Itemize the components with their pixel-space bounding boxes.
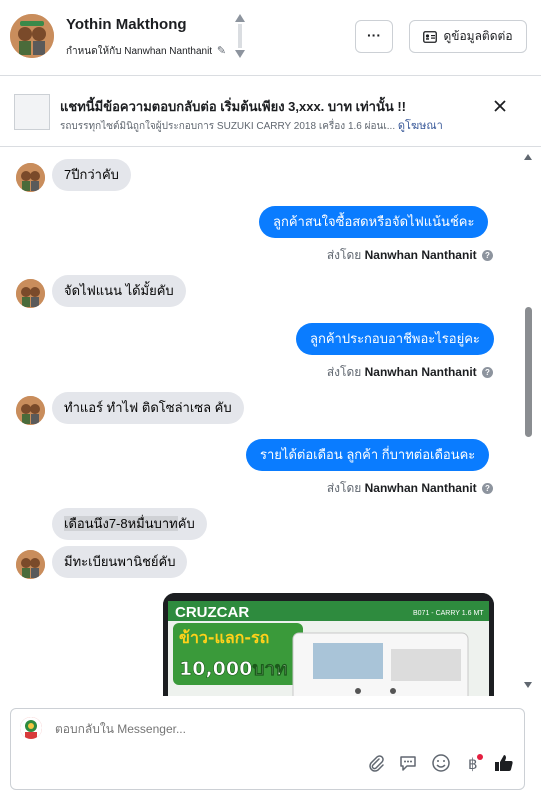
contact-avatar-small	[16, 279, 45, 308]
contact-avatar[interactable]	[10, 14, 54, 58]
svg-text:฿: ฿	[468, 755, 478, 773]
promo-brand: CRUZCAR	[175, 604, 249, 621]
sent-by-label: ส่งโดย	[326, 481, 362, 495]
help-icon[interactable]: ?	[482, 483, 493, 495]
promo-image[interactable]: CRUZCAR B071 - CARRY 1.6 MT ข้าว-แลก-รถ …	[163, 593, 494, 696]
sent-by: ส่งโดย Nanwhan Nanthanit ?	[327, 479, 493, 498]
assigned-to[interactable]: กำหนดให้กับ Nanwhan Nanthanit ✎	[66, 44, 226, 59]
contact-avatar-small	[16, 163, 45, 192]
incoming-message[interactable]: เดือนนึง7-8หมื่นบาทคับ	[52, 508, 207, 540]
ad-description: รถบรรทุกไซต์มินิถูกใจผู้ประกอบการ SUZUKI…	[60, 121, 396, 132]
messenger-panel: Yothin Makthong กำหนดให้กับ Nanwhan Nant…	[0, 0, 541, 808]
outgoing-message[interactable]: ลูกค้าประกอบอาชีพอะไรอยู่คะ	[296, 323, 494, 355]
reply-composer: ฿	[10, 708, 525, 790]
sent-by-label: ส่งโดย	[326, 248, 362, 262]
thumbs-up-icon[interactable]	[494, 753, 514, 773]
highlighted-text: เดือนนึง7-8หมื่นบาท	[64, 516, 178, 531]
saved-reply-icon[interactable]	[398, 753, 418, 773]
ad-title: แชทนี้มีข้อความตอบกลับต่อ เริ่มต้นเพียง …	[60, 99, 406, 114]
emoji-icon[interactable]	[431, 753, 451, 773]
outgoing-message[interactable]: ลูกค้าสนใจซื้อสดหรือจัดไฟแน้นช์คะ	[259, 206, 489, 238]
conversation-header: Yothin Makthong กำหนดให้กับ Nanwhan Nant…	[0, 0, 541, 76]
sent-by-label: ส่งโดย	[326, 365, 362, 379]
reply-input[interactable]	[55, 722, 355, 736]
promo-headline: ข้าว-แลก-รถ	[179, 628, 269, 647]
sort-arrows-icon[interactable]	[235, 14, 245, 58]
help-icon[interactable]: ?	[482, 367, 493, 379]
paperclip-icon[interactable]	[366, 753, 386, 773]
view-ad-link[interactable]: ดูโฆษณา	[398, 120, 443, 132]
incoming-message[interactable]: ทำแอร์ ทำไฟ ติดโซล่าเซล คับ	[52, 392, 244, 424]
message-list: 7ปีกว่าคับ ลูกค้าสนใจซื้อสดหรือจัดไฟแน้น…	[0, 148, 541, 696]
sent-by-name: Nanwhan Nanthanit	[364, 481, 477, 495]
incoming-message[interactable]: จัดไฟแนน ได้มั้ยคับ	[52, 275, 186, 307]
promo-tag: B071 - CARRY 1.6 MT	[413, 610, 484, 617]
message-text: คับ	[177, 516, 195, 531]
contact-name[interactable]: Yothin Makthong	[66, 16, 187, 33]
contact-avatar-small	[16, 396, 45, 425]
ad-subtitle: รถบรรทุกไซต์มินิถูกใจผู้ประกอบการ SUZUKI…	[60, 116, 443, 134]
more-options-button[interactable]: ···	[355, 20, 393, 53]
assigned-label: กำหนดให้กับ	[66, 46, 122, 57]
view-contact-button[interactable]: ดูข้อมูลติดต่อ	[409, 20, 527, 53]
scroll-thumb[interactable]	[525, 307, 532, 437]
contact-avatar-small	[16, 550, 45, 579]
ad-banner[interactable]: แชทนี้มีข้อความตอบกลับต่อ เริ่มต้นเพียง …	[0, 77, 541, 147]
contact-card-icon	[423, 30, 438, 43]
page-avatar	[20, 717, 42, 739]
sent-by-name: Nanwhan Nanthanit	[364, 365, 477, 379]
sent-by: ส่งโดย Nanwhan Nanthanit ?	[327, 363, 493, 382]
close-icon[interactable]	[494, 99, 506, 117]
promo-amount: 10,000บาท	[179, 658, 288, 680]
assigned-name: Nanwhan Nanthanit	[124, 46, 213, 57]
ad-thumbnail	[14, 94, 50, 130]
view-contact-label: ดูข้อมูลติดต่อ	[443, 29, 513, 43]
incoming-message[interactable]: 7ปีกว่าคับ	[52, 159, 131, 191]
message-scrollbar[interactable]	[523, 150, 533, 692]
pencil-icon[interactable]: ✎	[217, 45, 226, 57]
sent-by: ส่งโดย Nanwhan Nanthanit ?	[327, 246, 493, 265]
baht-payment-icon[interactable]: ฿	[463, 753, 483, 773]
sent-by-name: Nanwhan Nanthanit	[364, 248, 477, 262]
outgoing-message[interactable]: รายได้ต่อเดือน ลูกค้า กี่บาทต่อเดือนคะ	[246, 439, 490, 471]
incoming-message[interactable]: มีทะเบียนพานิชย์คับ	[52, 546, 188, 578]
help-icon[interactable]: ?	[482, 250, 493, 262]
